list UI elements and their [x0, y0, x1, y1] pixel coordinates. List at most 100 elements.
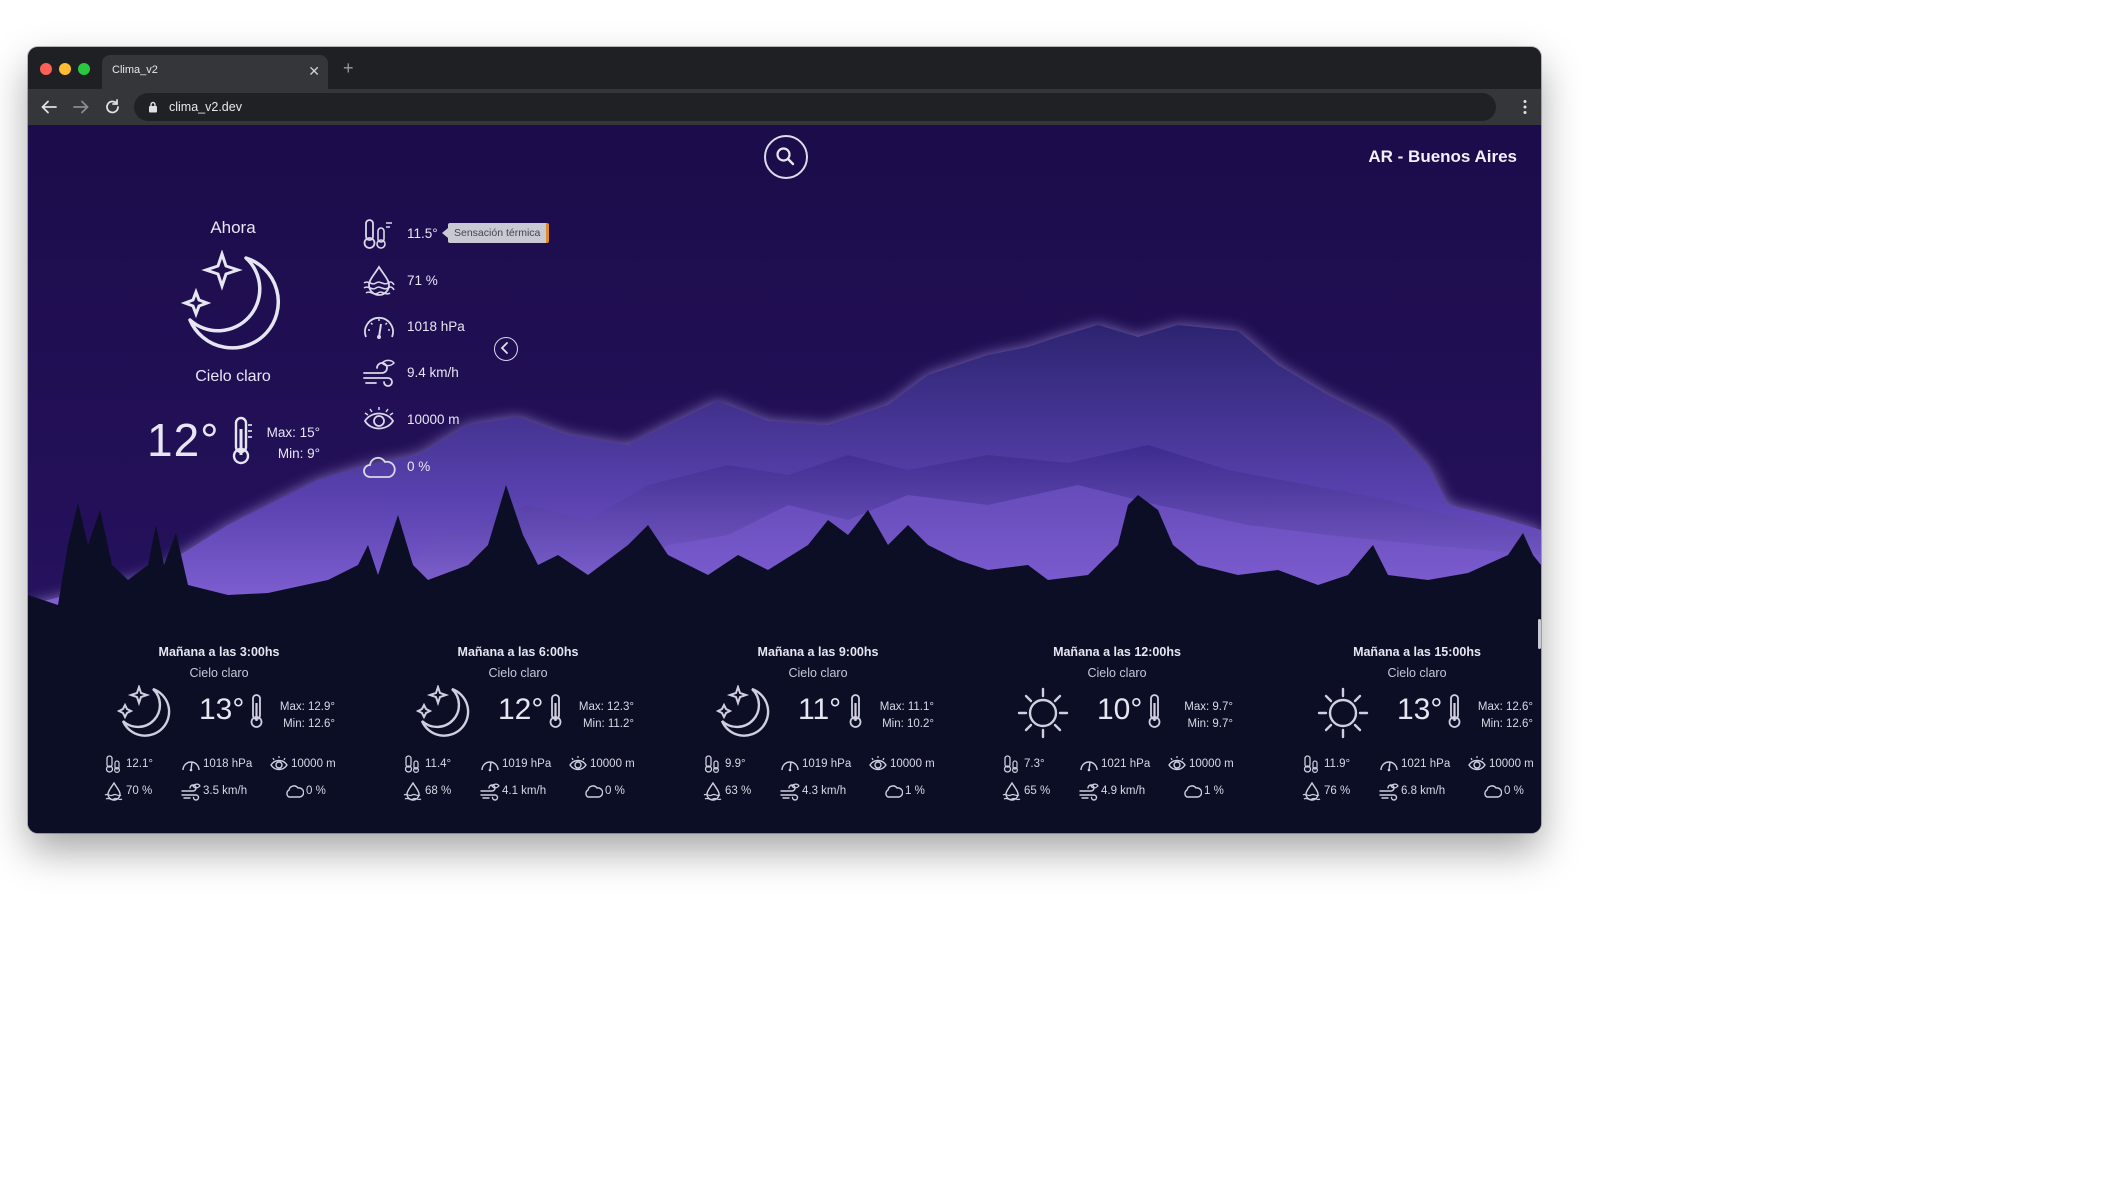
forecast-temperature: 10°	[1097, 693, 1143, 726]
visibility-icon	[569, 756, 587, 771]
forecast-humidity-value: 76 %	[1324, 785, 1351, 797]
forecast-max: Max: 12.9°	[279, 701, 335, 713]
forecast-card: Mañana a las 9:00hs Cielo claro 11° Max: 11…	[668, 645, 968, 825]
forecast-visibility-value: 10000 m	[590, 758, 635, 770]
forecast-max: Max: 12.3°	[578, 701, 634, 713]
close-window-button[interactable]	[40, 63, 52, 75]
browser-window: Clima_v2 ✕ + clima_v2.dev AR - Buenos Ai…	[28, 47, 1541, 833]
tab-close-icon[interactable]: ✕	[308, 63, 320, 79]
forecast-description: Cielo claro	[788, 666, 848, 680]
forecast-time: Mañana a las 15:00hs	[1353, 645, 1481, 659]
wind-icon	[480, 783, 500, 801]
pressure-icon	[781, 761, 799, 772]
address-toolbar: clima_v2.dev	[28, 89, 1541, 125]
forecast-max: Max: 12.6°	[1477, 701, 1533, 713]
url-bar[interactable]: clima_v2.dev	[134, 93, 1496, 121]
humidity-value: 71 %	[407, 273, 438, 288]
pressure-icon	[182, 761, 200, 772]
maximize-window-button[interactable]	[78, 63, 90, 75]
visibility-value: 10000 m	[407, 412, 460, 427]
forecast-max: Max: 11.1°	[879, 701, 934, 713]
search-button[interactable]	[764, 135, 808, 179]
browser-menu-icon[interactable]	[1523, 99, 1527, 115]
collapse-details-button[interactable]	[494, 337, 518, 361]
forecast-max-min: Max: 12.9° Min: 12.6°	[269, 699, 335, 733]
forecast-wind-value: 4.3 km/h	[802, 785, 847, 797]
clouds-value: 0 %	[407, 459, 431, 474]
thermometer-icon	[232, 416, 252, 465]
clouds-icon	[1484, 785, 1502, 798]
forecast-description: Cielo claro	[1387, 666, 1447, 680]
clear-night-icon	[416, 685, 470, 737]
pressure-icon	[1080, 761, 1098, 772]
feels-like-icon	[1003, 755, 1019, 774]
forecast-feels-like-value: 12.1°	[126, 758, 153, 770]
forecast-feels-like-value: 7.3°	[1024, 758, 1045, 770]
forecast-pressure-value: 1018 hPa	[203, 758, 253, 770]
cloud-icon	[363, 456, 396, 478]
scrollbar[interactable]	[1538, 619, 1541, 649]
forecast-min: Min: 9.7°	[1187, 718, 1233, 730]
humidity-icon	[403, 782, 422, 801]
forecast-clouds-value: 0 %	[1504, 785, 1524, 797]
feels-like-icon	[404, 755, 420, 774]
visibility-icon	[869, 756, 887, 771]
visibility-icon	[270, 756, 288, 771]
feels-like-icon	[704, 755, 720, 774]
feels-like-icon	[105, 755, 121, 774]
feels-like-tooltip: Sensación térmica	[441, 223, 550, 243]
forecast-temperature: 11°	[798, 693, 842, 726]
tab-bar: Clima_v2 ✕ +	[28, 47, 1541, 89]
forecast-wind-value: 4.9 km/h	[1101, 785, 1146, 797]
forecast-clouds-value: 1 %	[1204, 785, 1224, 797]
forecast-clouds-value: 1 %	[905, 785, 925, 797]
forecast-min: Min: 12.6°	[283, 718, 335, 730]
humidity-icon	[104, 782, 123, 801]
forecast-pressure-value: 1019 hPa	[502, 758, 552, 770]
forecast-card: Mañana a las 6:00hs Cielo claro 12° Max: 12…	[368, 645, 668, 825]
current-temperature: 12°	[147, 414, 220, 466]
current-label: Ahora	[210, 218, 256, 237]
location-label: AR - Buenos Aires	[1368, 147, 1517, 166]
url-text: clima_v2.dev	[169, 100, 242, 114]
chevron-left-icon	[500, 342, 508, 354]
browser-tab[interactable]: Clima_v2 ✕	[102, 55, 328, 89]
forecast-visibility-value: 10000 m	[291, 758, 336, 770]
thermometer-icon	[1448, 694, 1461, 728]
wind-icon	[1079, 783, 1099, 801]
forecast-wind-value: 3.5 km/h	[203, 785, 248, 797]
forecast-max-min: Max: 9.7° Min: 9.7°	[1167, 699, 1233, 733]
forecast-time: Mañana a las 3:00hs	[158, 645, 280, 659]
sun-icon	[1017, 687, 1069, 739]
wind-icon	[181, 783, 201, 801]
forecast-time: Mañana a las 6:00hs	[457, 645, 579, 659]
lock-icon	[149, 101, 157, 113]
forecast-description: Cielo claro	[189, 666, 249, 680]
new-tab-icon[interactable]: +	[343, 59, 354, 77]
visibility-eye-icon	[363, 407, 395, 430]
forecast-visibility-value: 10000 m	[890, 758, 935, 770]
forecast-feels-like-value: 11.4°	[425, 758, 452, 770]
forecast-pressure-value: 1021 hPa	[1401, 758, 1451, 770]
reload-icon[interactable]	[104, 99, 122, 115]
forecast-card: Mañana a las 15:00hs Cielo claro 13° Max: 1…	[1267, 645, 1541, 825]
clouds-icon	[885, 785, 903, 798]
humidity-icon	[1302, 782, 1321, 801]
forecast-pressure-value: 1019 hPa	[802, 758, 852, 770]
forecast-description: Cielo claro	[1087, 666, 1147, 680]
forecast-wind-value: 6.8 km/h	[1401, 785, 1446, 797]
humidity-icon	[363, 265, 395, 296]
minimize-window-button[interactable]	[59, 63, 71, 75]
forecast-visibility-value: 10000 m	[1489, 758, 1534, 770]
current-min: Min: 9°	[277, 446, 320, 461]
forecast-time: Mañana a las 9:00hs	[757, 645, 879, 659]
forecast-feels-like-value: 9.9°	[725, 758, 746, 770]
thermometer-icon	[549, 694, 562, 728]
current-max: Max: 15°	[266, 425, 320, 440]
forward-arrow-icon[interactable]	[72, 99, 90, 115]
forecast-card: Mañana a las 3:00hs Cielo claro 13° Max: 12…	[69, 645, 369, 825]
back-arrow-icon[interactable]	[40, 99, 58, 115]
thermometer-icon	[849, 694, 862, 728]
forecast-feels-like-value: 11.9°	[1324, 758, 1351, 770]
weather-app: AR - Buenos Aires Ahora Cielo claro 12° …	[28, 125, 1541, 833]
